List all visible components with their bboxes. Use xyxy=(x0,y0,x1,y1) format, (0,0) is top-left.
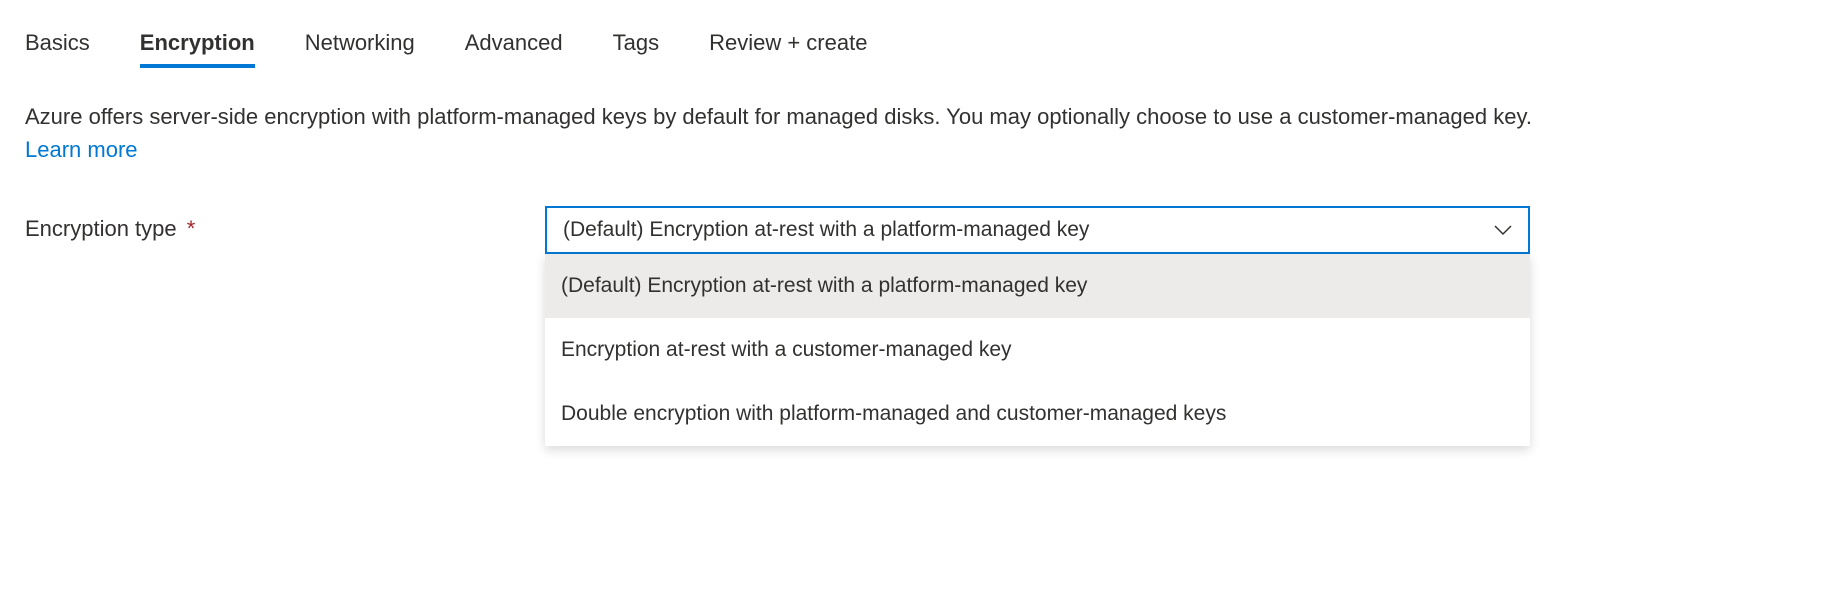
dropdown-option[interactable]: Encryption at-rest with a customer-manag… xyxy=(545,318,1530,382)
tab-bar: Basics Encryption Networking Advanced Ta… xyxy=(25,30,1811,68)
description-text: Azure offers server-side encryption with… xyxy=(25,100,1545,166)
learn-more-link[interactable]: Learn more xyxy=(25,137,138,162)
encryption-type-select-wrap: (Default) Encryption at-rest with a plat… xyxy=(545,206,1530,254)
form-row-encryption-type: Encryption type * (Default) Encryption a… xyxy=(25,206,1811,254)
encryption-type-dropdown: (Default) Encryption at-rest with a plat… xyxy=(545,254,1530,446)
chevron-down-icon xyxy=(1494,224,1512,236)
tab-encryption[interactable]: Encryption xyxy=(140,30,255,68)
select-value: (Default) Encryption at-rest with a plat… xyxy=(563,218,1089,242)
dropdown-option[interactable]: Double encryption with platform-managed … xyxy=(545,382,1530,446)
tab-tags[interactable]: Tags xyxy=(613,30,659,68)
encryption-type-select[interactable]: (Default) Encryption at-rest with a plat… xyxy=(545,206,1530,254)
tab-networking[interactable]: Networking xyxy=(305,30,415,68)
tab-advanced[interactable]: Advanced xyxy=(465,30,563,68)
required-indicator: * xyxy=(187,216,196,241)
dropdown-option[interactable]: (Default) Encryption at-rest with a plat… xyxy=(545,254,1530,318)
encryption-type-label: Encryption type * xyxy=(25,206,545,242)
description-body: Azure offers server-side encryption with… xyxy=(25,104,1532,129)
label-text: Encryption type xyxy=(25,216,177,241)
tab-review-create[interactable]: Review + create xyxy=(709,30,867,68)
tab-basics[interactable]: Basics xyxy=(25,30,90,68)
